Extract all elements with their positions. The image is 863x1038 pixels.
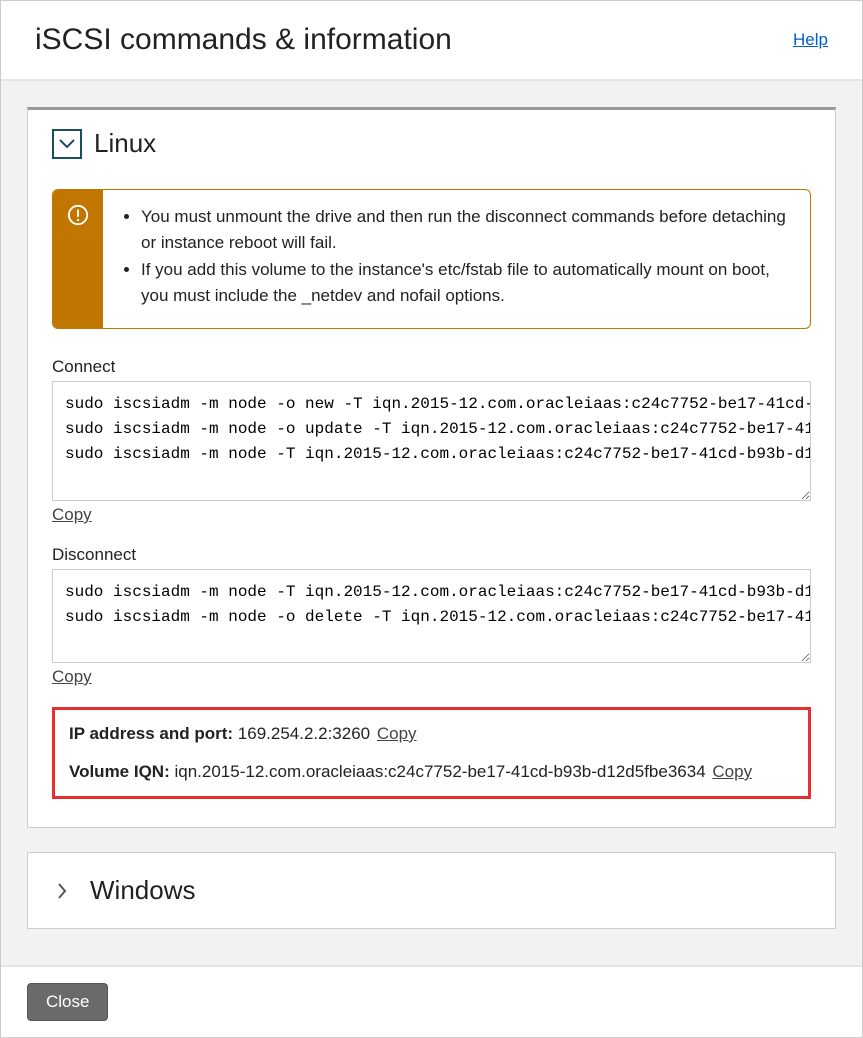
- iqn-value: iqn.2015-12.com.oracleiaas:c24c7752-be17…: [174, 762, 705, 781]
- alert-body: You must unmount the drive and then run …: [103, 190, 810, 328]
- dialog-header: iSCSI commands & information Help: [1, 1, 862, 81]
- connection-details-highlight: IP address and port: 169.254.2.2:3260 Co…: [52, 707, 811, 799]
- iscsi-dialog: iSCSI commands & information Help Linux: [0, 0, 863, 1038]
- linux-panel-header[interactable]: Linux: [28, 110, 835, 171]
- help-link[interactable]: Help: [793, 30, 828, 50]
- chevron-down-icon[interactable]: [52, 129, 82, 159]
- disconnect-section: Disconnect sudo iscsiadm -m node -T iqn.…: [52, 545, 811, 687]
- ip-port-value: 169.254.2.2:3260: [238, 724, 370, 743]
- linux-title: Linux: [94, 128, 156, 159]
- windows-panel: Windows: [27, 852, 836, 929]
- close-button[interactable]: Close: [27, 983, 108, 1021]
- connect-commands[interactable]: sudo iscsiadm -m node -o new -T iqn.2015…: [52, 381, 811, 501]
- ip-port-row: IP address and port: 169.254.2.2:3260 Co…: [69, 724, 794, 744]
- windows-panel-header[interactable]: Windows: [28, 853, 835, 928]
- chevron-right-icon[interactable]: [56, 881, 68, 901]
- iqn-label: Volume IQN:: [69, 762, 174, 781]
- warning-alert: You must unmount the drive and then run …: [52, 189, 811, 329]
- alert-item: You must unmount the drive and then run …: [141, 204, 790, 255]
- copy-iqn-link[interactable]: Copy: [712, 762, 752, 781]
- disconnect-commands[interactable]: sudo iscsiadm -m node -T iqn.2015-12.com…: [52, 569, 811, 663]
- disconnect-label: Disconnect: [52, 545, 811, 565]
- iqn-row: Volume IQN: iqn.2015-12.com.oracleiaas:c…: [69, 762, 794, 782]
- connect-label: Connect: [52, 357, 811, 377]
- ip-port-label: IP address and port:: [69, 724, 238, 743]
- windows-title: Windows: [90, 875, 195, 906]
- copy-ip-link[interactable]: Copy: [377, 724, 417, 743]
- dialog-body: Linux You must unmount the drive and the…: [1, 81, 862, 965]
- copy-connect-link[interactable]: Copy: [52, 505, 92, 525]
- linux-panel-content: You must unmount the drive and then run …: [28, 171, 835, 827]
- warning-icon: [53, 190, 103, 328]
- connect-section: Connect sudo iscsiadm -m node -o new -T …: [52, 357, 811, 525]
- copy-disconnect-link[interactable]: Copy: [52, 667, 92, 687]
- alert-item: If you add this volume to the instance's…: [141, 257, 790, 308]
- page-title: iSCSI commands & information: [35, 23, 452, 57]
- dialog-footer: Close: [1, 965, 862, 1037]
- linux-panel: Linux You must unmount the drive and the…: [27, 107, 836, 828]
